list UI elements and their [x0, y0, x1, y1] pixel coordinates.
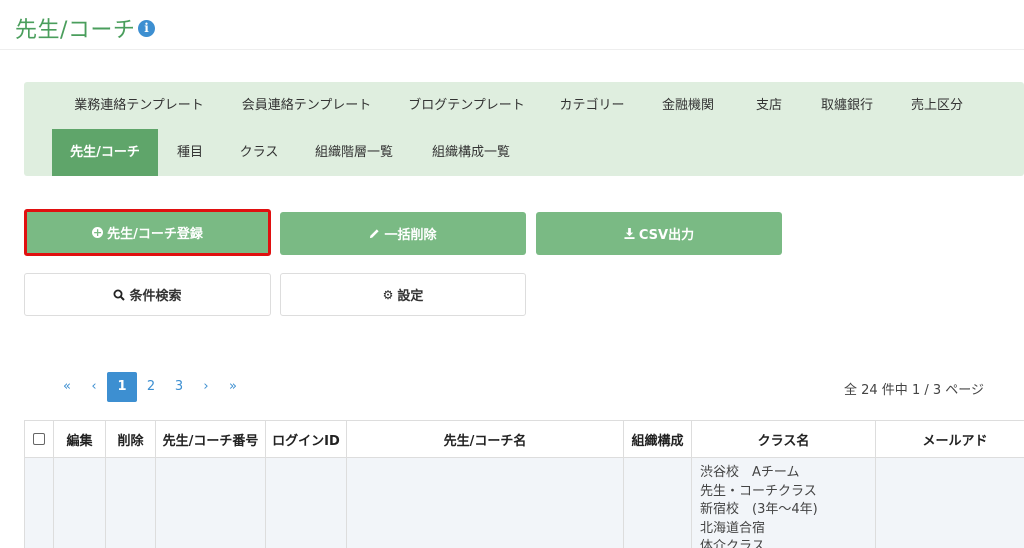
row-org-cell — [623, 457, 692, 548]
pagination-last[interactable]: » — [220, 372, 246, 402]
row-checkbox-cell — [24, 457, 54, 548]
settings-button[interactable]: ⚙ 設定 — [280, 273, 526, 316]
info-icon[interactable]: i — [138, 20, 155, 37]
row-edit-cell — [53, 457, 106, 548]
pagination-page-2[interactable]: 2 — [138, 372, 164, 402]
page-title: 先生/コーチ — [15, 18, 136, 43]
tab-financial-institution[interactable]: 金融機関 — [640, 82, 736, 129]
tab-branch[interactable]: 支店 — [736, 82, 802, 129]
row-name-cell — [346, 457, 624, 548]
plus-circle-icon: + — [92, 226, 104, 239]
tab-blog-template[interactable]: ブログテンプレート — [389, 82, 544, 129]
page-count-summary: 全 24 件中 1 / 3 ページ — [844, 383, 984, 398]
column-class-name[interactable]: クラス名 — [691, 420, 876, 458]
row-login-cell — [265, 457, 347, 548]
condition-search-label: 条件検索 — [129, 289, 182, 304]
download-icon — [624, 228, 635, 239]
condition-search-button[interactable]: 条件検索 — [24, 273, 271, 316]
tab-category[interactable]: カテゴリー — [544, 82, 640, 129]
csv-export-button[interactable]: CSV出力 — [536, 212, 782, 255]
row-class-cell: 渋谷校 Aチーム 先生・コーチクラス 新宿校 (3年〜4年) 北海道合宿 体介ク… — [691, 457, 876, 548]
settings-tabs-panel: 業務連絡テンプレート 会員連絡テンプレート ブログテンプレート カテゴリー 金融… — [24, 82, 1024, 176]
bulk-delete-label: 一括削除 — [384, 228, 437, 243]
pagination-page-1[interactable]: 1 — [107, 372, 137, 402]
class-item: 新宿校 (3年〜4年) — [700, 502, 818, 517]
class-item: 体介クラス — [700, 539, 765, 548]
csv-export-label: CSV出力 — [638, 228, 695, 243]
table-row: 渋谷校 Aチーム 先生・コーチクラス 新宿校 (3年〜4年) 北海道合宿 体介ク… — [24, 457, 1024, 548]
select-all-header[interactable] — [24, 420, 54, 458]
gear-icon: ⚙ — [382, 287, 394, 302]
column-teacher-name[interactable]: 先生/コーチ名 — [346, 420, 624, 458]
pagination-first[interactable]: « — [54, 372, 80, 402]
pagination-prev[interactable]: ‹ — [82, 372, 106, 402]
teacher-table: 編集 削除 先生/コーチ番号 ログインID 先生/コーチ名 組織構成 クラス名 … — [24, 420, 1024, 548]
tab-member-template[interactable]: 会員連絡テンプレート — [224, 82, 389, 129]
tab-business-template[interactable]: 業務連絡テンプレート — [54, 82, 224, 129]
class-item: 北海道合宿 — [700, 520, 766, 536]
column-email[interactable]: メールアド — [875, 420, 1024, 458]
bulk-delete-button[interactable]: 一括削除 — [280, 212, 526, 255]
row-email-cell — [875, 457, 1024, 548]
class-list: 渋谷校 Aチーム 先生・コーチクラス 新宿校 (3年〜4年) 北海道合宿 体介ク… — [692, 458, 875, 548]
page-header: 先生/コーチ i — [0, 0, 1024, 50]
column-delete: 削除 — [105, 420, 156, 458]
row-delete-cell — [105, 457, 156, 548]
column-login-id[interactable]: ログインID — [265, 420, 347, 458]
table-header-row: 編集 削除 先生/コーチ番号 ログインID 先生/コーチ名 組織構成 クラス名 … — [24, 420, 1024, 458]
tab-sales-category[interactable]: 売上区分 — [892, 82, 982, 129]
tab-org-hierarchy[interactable]: 組織階層一覧 — [296, 129, 412, 176]
class-item: 先生・コーチクラス — [700, 483, 817, 499]
tab-collecting-bank[interactable]: 取纏銀行 — [802, 82, 892, 129]
pagination-page-3[interactable]: 3 — [166, 372, 192, 402]
column-org-structure[interactable]: 組織構成 — [623, 420, 692, 458]
class-item: 渋谷校 Aチーム — [700, 465, 800, 480]
pagination-next[interactable]: › — [194, 372, 218, 402]
column-edit: 編集 — [53, 420, 106, 458]
pencil-icon — [369, 228, 380, 239]
select-all-checkbox[interactable] — [33, 433, 45, 445]
register-teacher-button[interactable]: + 先生/コーチ登録 — [24, 209, 271, 256]
search-icon — [113, 289, 126, 301]
tab-teacher-coach[interactable]: 先生/コーチ — [52, 129, 158, 176]
settings-label: 設定 — [397, 289, 424, 304]
register-teacher-label: 先生/コーチ登録 — [107, 227, 203, 242]
row-number-cell — [155, 457, 266, 548]
tab-org-structure[interactable]: 組織構成一覧 — [412, 129, 530, 176]
tab-class[interactable]: クラス — [222, 129, 296, 176]
column-teacher-number[interactable]: 先生/コーチ番号 — [155, 420, 266, 458]
tab-event[interactable]: 種目 — [158, 129, 222, 176]
